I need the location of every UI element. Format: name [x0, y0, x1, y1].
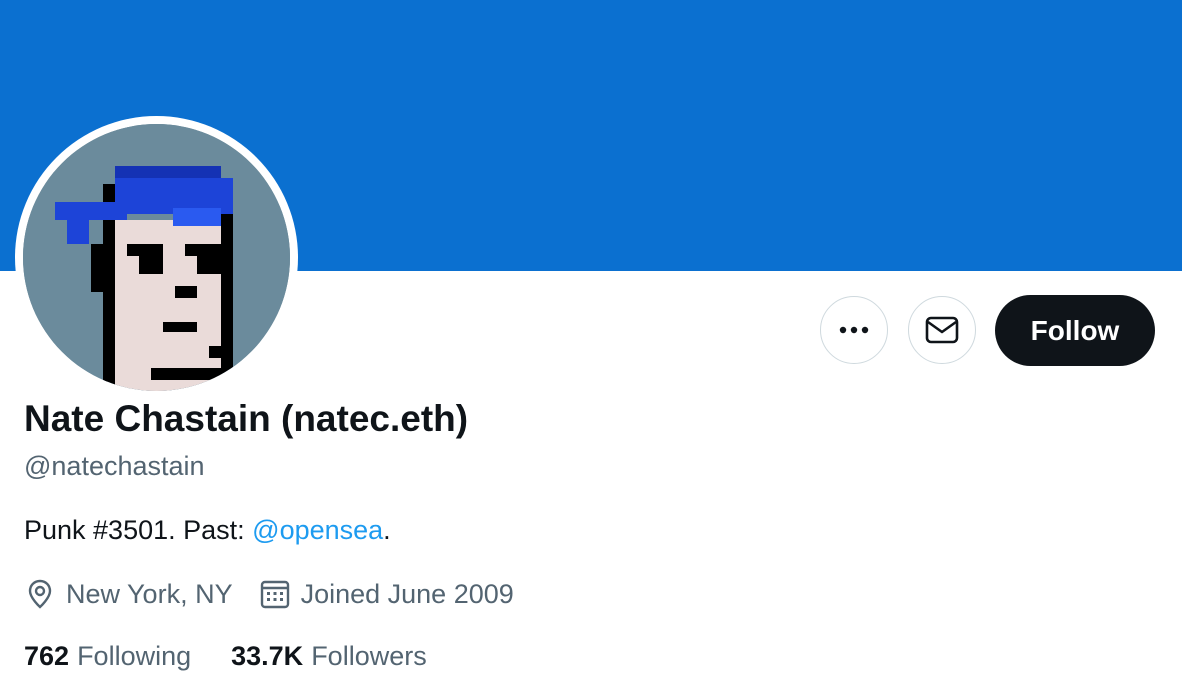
location-text: New York, NY: [66, 578, 233, 609]
envelope-icon: [925, 316, 959, 344]
more-button[interactable]: [820, 296, 888, 364]
follow-stats: 762 Following 33.7K Followers: [24, 641, 467, 672]
joined-text: Joined June 2009: [300, 578, 514, 609]
followers-count: 33.7K: [231, 641, 304, 671]
more-horizontal-icon: [839, 326, 869, 334]
bio-mention-link[interactable]: @opensea: [252, 515, 383, 545]
profile-meta: New York, NY Joined June 2009: [24, 576, 540, 612]
avatar[interactable]: [23, 124, 290, 391]
following-count: 762: [24, 641, 70, 671]
display-name: Nate Chastain (natec.eth): [24, 398, 469, 439]
user-handle: @natechastain: [24, 451, 205, 481]
calendar-icon: [260, 580, 289, 609]
bio-text: Punk #3501. Past:: [24, 515, 253, 545]
following-label: Following: [77, 641, 192, 671]
followers-link[interactable]: 33.7K Followers: [231, 641, 427, 672]
bio-end: .: [383, 515, 391, 545]
followers-label: Followers: [311, 641, 427, 671]
location-pin-icon: [28, 579, 52, 609]
joined-item: Joined June 2009: [259, 578, 514, 610]
location-item: New York, NY: [24, 578, 233, 610]
message-button[interactable]: [908, 296, 976, 364]
following-link[interactable]: 762 Following: [24, 641, 191, 672]
bio: Punk #3501. Past: @opensea.: [24, 515, 391, 546]
follow-button[interactable]: Follow: [995, 295, 1155, 366]
